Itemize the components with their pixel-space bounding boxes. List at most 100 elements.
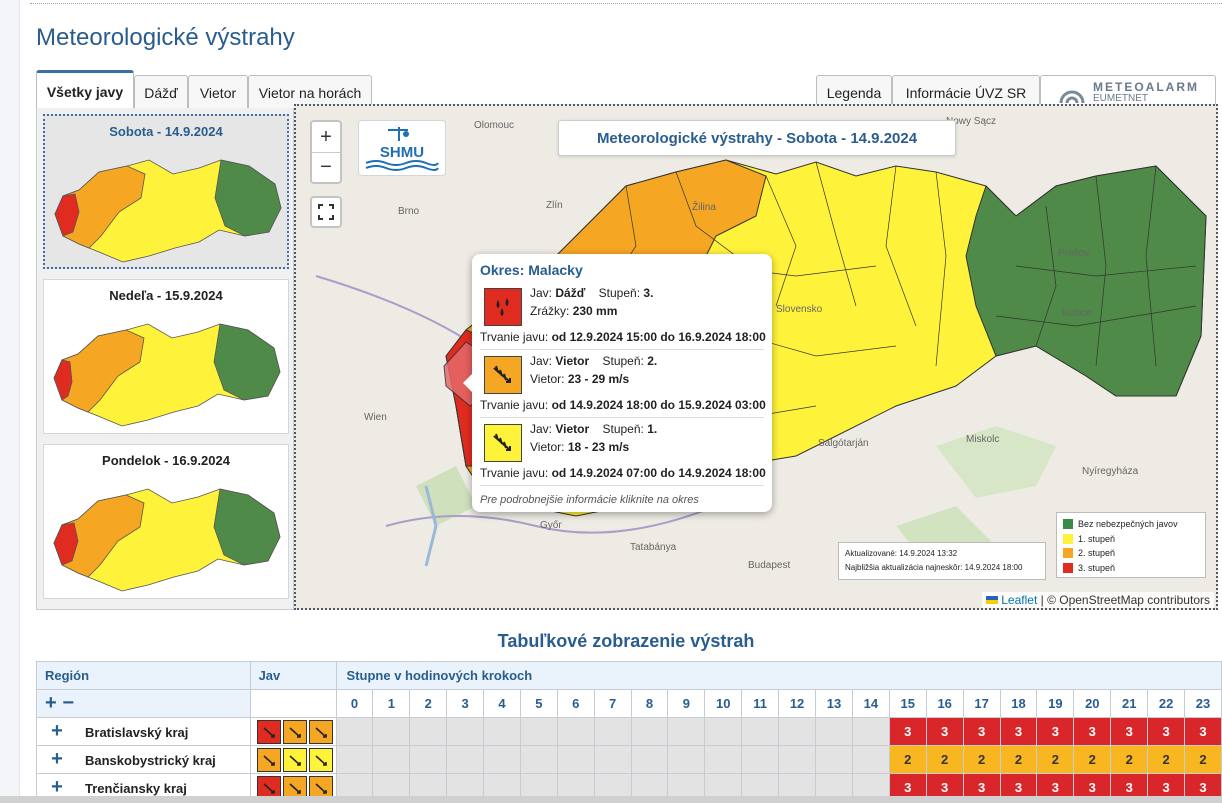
- level-cell: [741, 717, 780, 746]
- level-cell: [446, 717, 485, 746]
- col-steps-header: Stupne v hodinových krokoch: [335, 661, 1222, 690]
- region-cell: + Bratislavský kraj: [36, 717, 251, 746]
- expand-row-button[interactable]: +: [37, 720, 77, 743]
- level-cell: [778, 717, 816, 746]
- place-label: Budapest: [748, 560, 791, 571]
- horizontal-scrollbar[interactable]: [0, 796, 1222, 803]
- wind-icon: [484, 424, 522, 462]
- duration-prefix: Trvanie javu:: [480, 398, 549, 412]
- hour-header: 5: [519, 689, 558, 718]
- hour-header: 19: [1036, 689, 1075, 718]
- level-cell: [335, 717, 374, 746]
- stupen-prefix: Stupeň:: [602, 422, 644, 436]
- popup-jav-line: Jav: Vietor Stupeň: 1.: [530, 422, 657, 436]
- place-label: Olomouc: [474, 120, 515, 131]
- shmu-logo[interactable]: SHMU: [358, 120, 446, 176]
- place-label: Slovensko: [776, 304, 823, 315]
- jav-cell: [249, 745, 337, 774]
- left-margin: [0, 0, 20, 803]
- hour-header: 23: [1184, 689, 1222, 718]
- level-cell: [519, 717, 558, 746]
- table-title: Tabuľkové zobrazenie výstrah: [497, 631, 755, 651]
- day-card-nedela[interactable]: Nedeľa - 15.9.2024: [43, 279, 289, 434]
- level-cell: 2: [962, 745, 1001, 774]
- level-cell: [704, 745, 743, 774]
- map-title: Meteorologické výstrahy - Sobota - 14.9.…: [558, 120, 956, 156]
- day-card-title: Nedeľa - 15.9.2024: [109, 288, 223, 303]
- level-cell: [556, 717, 595, 746]
- jav-empty-cell: [249, 689, 337, 718]
- warnings-table: Región Jav Stupne v hodinových krokoch +…: [36, 661, 1222, 802]
- popup-entry: Jav: Dážď Stupeň: 3. Zrážky: 230 mm Trva…: [480, 282, 766, 350]
- hour-header: 1: [372, 689, 411, 718]
- next-update-text: Najbližšia aktualizácia najneskôr: 14.9.…: [845, 563, 1023, 572]
- phenomenon-icon[interactable]: [308, 719, 333, 744]
- updated-text: Aktualizované: 14.9.2024 13:32: [845, 549, 958, 558]
- tab-vietor[interactable]: Vietor: [188, 75, 248, 109]
- legend-item: 3. stupeň: [1063, 561, 1199, 576]
- warning-map[interactable]: Olomouc Nowy Sącz Brno Zlín Žilina Prešo…: [294, 104, 1218, 610]
- expand-all-button[interactable]: +: [45, 692, 57, 714]
- tab-dazd[interactable]: Dážď: [134, 75, 188, 109]
- place-label: Brno: [398, 206, 420, 217]
- stupen-prefix: Stupeň:: [602, 354, 644, 368]
- phenomenon-icon[interactable]: [256, 719, 281, 744]
- zoom-out-button[interactable]: −: [312, 152, 340, 182]
- level-cell: [446, 745, 485, 774]
- place-label: Žilina: [692, 202, 716, 213]
- phenomenon-icon[interactable]: [308, 747, 333, 772]
- hour-header: 8: [630, 689, 669, 718]
- level-cell: [483, 717, 521, 746]
- hour-header: 17: [962, 689, 1001, 718]
- expand-row-button[interactable]: +: [37, 748, 77, 771]
- map-legend: Bez nebezpečných javov 1. stupeň 2. stup…: [1056, 512, 1206, 578]
- table-row: + Banskobystrický kraj 2 2 2 2 2 2 2 2 2: [36, 745, 1222, 774]
- popup-detail-line: Vietor: 18 - 23 m/s: [530, 440, 629, 454]
- detail-prefix: Zrážky:: [530, 304, 570, 318]
- legend-label: 1. stupeň: [1078, 533, 1116, 544]
- place-label: Wien: [364, 412, 387, 423]
- hour-header: 4: [483, 689, 521, 718]
- level-cell: [593, 745, 632, 774]
- duration-prefix: Trvanie javu:: [480, 330, 549, 344]
- popup-duration: Trvanie javu: od 14.9.2024 07:00 do 14.9…: [480, 466, 766, 480]
- day-card-pondelok[interactable]: Pondelok - 16.9.2024: [43, 444, 289, 599]
- level-cell: 3: [962, 717, 1001, 746]
- col-jav-header: Jav: [249, 661, 337, 690]
- leaflet-link[interactable]: Leaflet: [1001, 593, 1037, 607]
- level-cell: [667, 745, 706, 774]
- table-row: + Bratislavský kraj 3 3 3 3 3 3 3 3 3: [36, 717, 1222, 746]
- jav-value: Vietor: [555, 354, 590, 368]
- popup-duration: Trvanie javu: od 14.9.2024 18:00 do 15.9…: [480, 398, 766, 412]
- hour-header: 22: [1147, 689, 1186, 718]
- page-title: Meteorologické výstrahy: [36, 24, 295, 51]
- level-cell: 3: [1184, 717, 1222, 746]
- tab-vsetky-javy[interactable]: Všetky javy: [36, 70, 134, 110]
- level-cell: 3: [999, 717, 1038, 746]
- ukraine-flag-icon: [986, 596, 999, 604]
- duration-value: od 12.9.2024 15:00 do 16.9.2024 18:00: [551, 330, 766, 344]
- collapse-all-button[interactable]: −: [62, 692, 74, 714]
- zoom-in-button[interactable]: +: [312, 122, 340, 152]
- shmu-logo-text: SHMU: [380, 144, 424, 161]
- detail-value: 230 mm: [572, 304, 618, 318]
- fullscreen-button[interactable]: [310, 196, 342, 228]
- phenomenon-icon[interactable]: [256, 747, 281, 772]
- place-label: Tatabánya: [630, 542, 677, 553]
- zoom-control: + −: [310, 120, 342, 184]
- day-card-title: Pondelok - 16.9.2024: [102, 453, 230, 468]
- level-cell: [630, 745, 669, 774]
- phenomenon-icon[interactable]: [282, 747, 307, 772]
- level-cell: [778, 745, 816, 774]
- level-cell: [372, 745, 411, 774]
- day-card-sobota[interactable]: Sobota - 14.9.2024: [43, 114, 289, 269]
- legend-swatch: [1063, 548, 1073, 559]
- level-cell: [851, 717, 890, 746]
- level-cell: 2: [888, 745, 927, 774]
- popup-entry: Jav: Vietor Stupeň: 1. Vietor: 18 - 23 m…: [480, 418, 766, 486]
- level-cell: 2: [999, 745, 1038, 774]
- hour-header: 2: [409, 689, 448, 718]
- level-cell: [815, 717, 853, 746]
- phenomenon-icon[interactable]: [282, 719, 307, 744]
- expand-collapse-cell: + −: [36, 689, 251, 718]
